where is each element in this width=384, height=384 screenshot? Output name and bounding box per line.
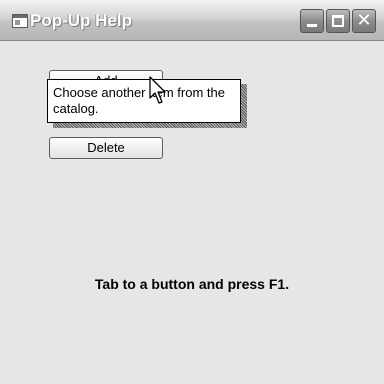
help-tooltip: Choose another item from the catalog. — [47, 79, 241, 123]
delete-button[interactable]: Delete — [49, 137, 163, 159]
title-bar[interactable]: Pop-Up Help ✕ — [0, 0, 384, 41]
window-title: Pop-Up Help — [30, 11, 132, 30]
app-window-icon[interactable] — [12, 14, 28, 28]
minimize-button[interactable] — [300, 9, 324, 33]
mouse-pointer-icon — [149, 76, 166, 104]
maximize-icon — [332, 15, 344, 27]
instruction-label: Tab to a button and press F1. — [94, 276, 290, 292]
app-window: Pop-Up Help ✕ Add Delete Choose another … — [0, 0, 384, 384]
maximize-button[interactable] — [326, 9, 350, 33]
close-icon: ✕ — [356, 10, 372, 31]
close-button[interactable]: ✕ — [352, 9, 376, 33]
minimize-icon — [307, 24, 317, 27]
